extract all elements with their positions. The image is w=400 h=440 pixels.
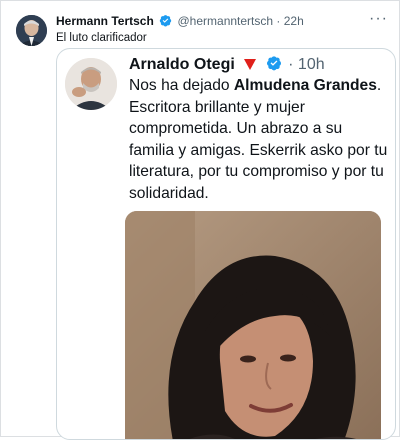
separator-dot: · (276, 14, 281, 28)
inner-text-part-1: Nos ha dejado (129, 77, 234, 94)
verified-badge-icon (159, 14, 172, 30)
avatar[interactable] (16, 15, 47, 46)
inner-tweet-header: Arnaldo Otegi · 10h (129, 55, 325, 77)
inner-separator-dot: · (288, 56, 294, 73)
timestamp[interactable]: 22h (284, 14, 304, 28)
inner-text-part-2: . Escritora brillante y mujer comprometi… (129, 77, 388, 202)
inner-text-bold-name: Almudena Grandes (233, 77, 377, 94)
red-triangle-icon (244, 57, 257, 75)
author-handle[interactable]: @hermanntertsch (178, 14, 274, 28)
inner-timestamp: 10h (297, 56, 325, 73)
tweet-header: Hermann Tertsch @hermanntertsch · 22h (56, 14, 388, 32)
inner-avatar (65, 58, 117, 110)
inner-verified-badge-icon (266, 55, 282, 76)
attached-image[interactable]: Arnaldo Otegi · 10h Nos ha dejado Almude… (56, 48, 396, 440)
inner-author-name: Arnaldo Otegi (129, 56, 235, 73)
tweet-text: El luto clarificador (56, 32, 147, 44)
more-horizontal-icon[interactable]: ··· (369, 11, 388, 27)
author-name[interactable]: Hermann Tertsch (56, 14, 154, 28)
portrait-photo (125, 211, 381, 439)
inner-tweet-text: Nos ha dejado Almudena Grandes. Escritor… (129, 75, 391, 204)
